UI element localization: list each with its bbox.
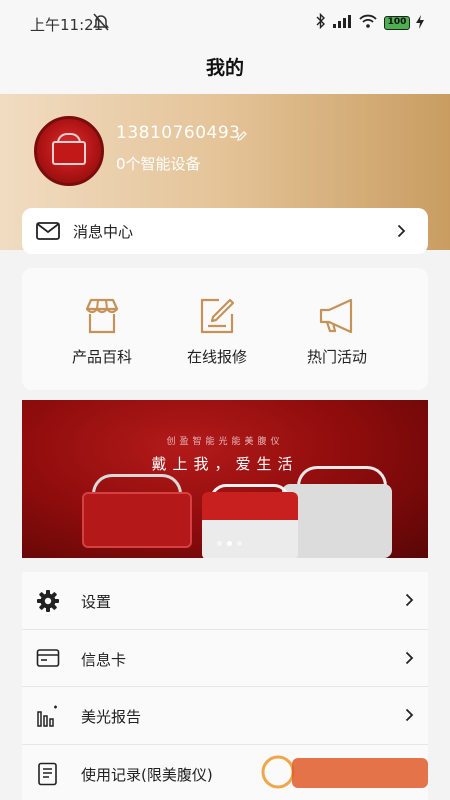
mute-icon (93, 13, 109, 35)
carousel-dot[interactable] (217, 541, 222, 546)
avatar-device-body (52, 141, 86, 165)
report-icon (36, 704, 60, 732)
list-item-settings[interactable]: 设置 (22, 572, 428, 630)
nav-bar: 我的 (0, 46, 450, 94)
quick-actions-card: 产品百科 在线报修 热门活动 (22, 268, 428, 390)
quick-action-label: 在线报修 (186, 348, 247, 366)
mail-icon (36, 222, 60, 244)
device-count: 0个智能设备 (116, 155, 201, 173)
device-image-red (82, 492, 192, 548)
megaphone-icon (282, 296, 392, 336)
list-item-report[interactable]: 美光报告 (22, 687, 428, 745)
status-bar: 上午11:21 100 (0, 0, 450, 46)
avatar[interactable] (34, 116, 104, 186)
quick-action-label: 产品百科 (71, 348, 132, 366)
device-image-white-top (202, 492, 298, 520)
message-center-row[interactable]: 消息中心 (22, 208, 428, 254)
gear-icon (36, 589, 60, 617)
carousel-dot[interactable] (237, 541, 242, 546)
list-item-label: 设置 (81, 593, 112, 611)
carousel-dot-active[interactable] (227, 541, 232, 546)
phone-number: 13810760493 (116, 123, 241, 143)
list-item-info-card[interactable]: 信息卡 (22, 629, 428, 687)
charging-icon (416, 14, 424, 33)
bluetooth-icon (316, 12, 326, 33)
watermark-logo (260, 752, 432, 792)
chevron-right-icon (405, 592, 414, 611)
quick-action-hot-events[interactable]: 热门活动 (282, 296, 392, 367)
chevron-right-icon (405, 650, 414, 669)
shop-icon (47, 296, 157, 336)
list-item-label: 使用记录(限美腹仪) (81, 765, 213, 784)
quick-action-label: 热门活动 (306, 348, 367, 366)
list-item-label: 信息卡 (81, 650, 127, 669)
promo-banner[interactable]: 创盈智能光能美腹仪 戴上我，爱生活 (22, 400, 428, 558)
edit-icon[interactable] (236, 127, 248, 146)
signal-icon (332, 13, 352, 33)
record-icon (36, 762, 60, 790)
chevron-right-icon (397, 223, 406, 242)
status-icons: 100 (316, 12, 424, 33)
device-image-grey (282, 484, 392, 558)
battery-icon: 100 (384, 16, 410, 30)
quick-action-online-repair[interactable]: 在线报修 (162, 296, 272, 367)
edit-note-icon (162, 296, 272, 336)
chevron-right-icon (405, 707, 414, 726)
message-center-label: 消息中心 (73, 223, 134, 241)
page-title: 我的 (205, 57, 244, 79)
banner-subtitle: 创盈智能光能美腹仪 (166, 437, 284, 447)
card-icon (36, 647, 60, 673)
quick-action-product-wiki[interactable]: 产品百科 (47, 296, 157, 367)
wifi-icon (358, 13, 378, 33)
list-item-label: 美光报告 (81, 708, 142, 726)
carousel-dots[interactable] (217, 541, 242, 546)
